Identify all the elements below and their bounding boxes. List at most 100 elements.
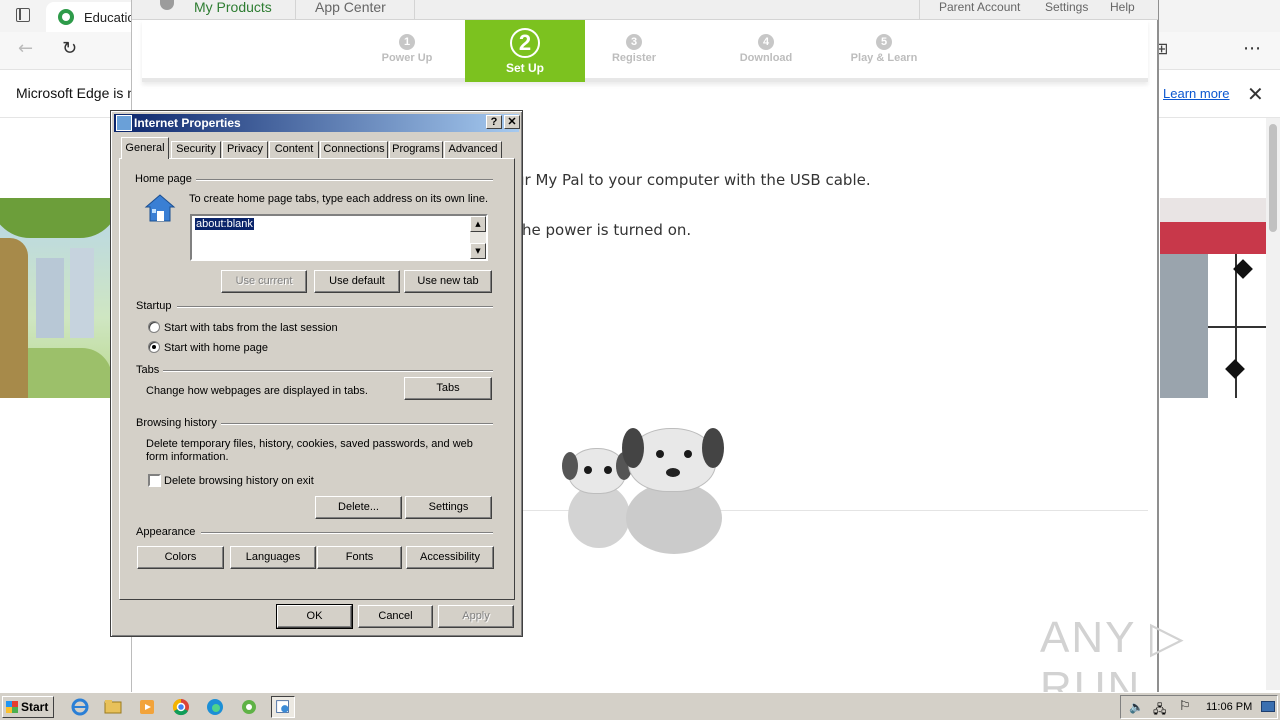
taskbar-clock[interactable]: 11:06 PM [1206, 701, 1252, 713]
show-desktop-icon[interactable] [1261, 701, 1275, 712]
instruction-connect: ur My Pal to your computer with the USB … [515, 171, 871, 189]
step-power-up: 1 Power Up [352, 20, 462, 82]
system-tray: 🔈 🖧 ⚐ [1120, 695, 1278, 719]
browsing-history-description: Delete temporary files, history, cookies… [146, 438, 473, 450]
home-page-icon [144, 194, 176, 222]
tab-advanced[interactable]: Advanced [444, 141, 502, 159]
radio-last-session-label[interactable]: Start with tabs from the last session [164, 322, 338, 334]
tab-content[interactable]: Content [269, 141, 319, 159]
dialog-title: Internet Properties [134, 116, 241, 130]
tab-privacy[interactable]: Privacy [222, 141, 268, 159]
leapfrog-top-bar: My Products App Center Parent Account Se… [132, 0, 1158, 20]
use-current-button[interactable]: Use current [221, 270, 307, 293]
internet-options-icon [116, 115, 132, 131]
use-new-tab-button[interactable]: Use new tab [404, 270, 492, 293]
more-options-icon[interactable]: ⋯ [1243, 38, 1261, 59]
step-number: 2 [510, 28, 540, 58]
step-label: Download [739, 52, 793, 64]
step-label: Power Up [381, 52, 433, 64]
help-link[interactable]: Help [1110, 0, 1135, 14]
folder-icon[interactable] [101, 696, 125, 718]
step-play-and-learn: 5 Play & Learn [829, 20, 939, 82]
flag-icon[interactable]: ⚐ [1179, 699, 1191, 714]
my-pal-plush-image [560, 424, 730, 554]
start-button[interactable]: Start [2, 696, 54, 718]
tab-programs[interactable]: Programs [389, 141, 443, 159]
home-page-group-label: Home page [135, 173, 196, 185]
tab-security[interactable]: Security [171, 141, 221, 159]
delete-on-exit-checkbox[interactable] [148, 474, 161, 487]
radio-home-page-label[interactable]: Start with home page [164, 342, 268, 354]
startup-group-label: Startup [136, 300, 176, 312]
page-illustration-left [0, 198, 112, 398]
accessibility-button[interactable]: Accessibility [406, 546, 494, 569]
leapfrog-favicon-icon [58, 9, 74, 25]
cancel-button[interactable]: Cancel [358, 605, 433, 628]
leapfrog-icon[interactable] [237, 696, 261, 718]
learn-more-link[interactable]: Learn more [1163, 86, 1229, 101]
step-set-up: 2 Set Up [465, 20, 585, 82]
colors-button[interactable]: Colors [137, 546, 224, 569]
internet-properties-icon[interactable] [271, 696, 295, 718]
settings-link[interactable]: Settings [1045, 0, 1088, 14]
tab-my-products[interactable]: My Products [156, 0, 296, 20]
home-page-address-value: about:blank [195, 218, 254, 230]
edge-icon[interactable] [203, 696, 227, 718]
tab-app-center[interactable]: App Center [297, 0, 415, 20]
parent-account-link[interactable]: Parent Account [939, 0, 1020, 14]
step-number: 4 [758, 34, 774, 50]
step-number: 1 [399, 34, 415, 50]
scroll-up-icon[interactable]: ▲ [470, 216, 486, 232]
network-icon[interactable]: 🖧 [1153, 700, 1166, 720]
close-icon[interactable]: ✕ [1247, 82, 1264, 106]
page-scrollbar[interactable] [1266, 118, 1280, 690]
windows-taskbar: Start 🔈 🖧 ⚐ 11:06 PM [0, 692, 1280, 720]
use-default-button[interactable]: Use default [314, 270, 400, 293]
fonts-button[interactable]: Fonts [317, 546, 402, 569]
setup-steps: 1 Power Up 2 Set Up 3 Register 4 Downloa… [142, 20, 1148, 82]
delete-on-exit-label[interactable]: Delete browsing history on exit [164, 475, 314, 487]
chrome-icon[interactable] [169, 696, 193, 718]
browsing-history-description-cont: form information. [146, 451, 229, 463]
step-label: Play & Learn [850, 52, 918, 64]
close-button[interactable]: ✕ [504, 115, 520, 129]
home-page-scrollbar[interactable]: ▲ ▼ [470, 216, 486, 259]
back-icon[interactable]: ← [18, 38, 33, 59]
tabs-group-label: Tabs [136, 364, 164, 376]
step-label: Register [611, 52, 657, 64]
languages-button[interactable]: Languages [230, 546, 316, 569]
dialog-title-bar[interactable]: Internet Properties ? ✕ [114, 114, 520, 132]
radio-home-page[interactable] [148, 341, 160, 353]
delete-button[interactable]: Delete... [315, 496, 402, 519]
step-label: Set Up [505, 61, 544, 75]
scroll-down-icon[interactable]: ▼ [470, 243, 486, 259]
internet-properties-dialog: Internet Properties ? ✕ General Security… [110, 110, 523, 637]
radio-last-session[interactable] [148, 321, 160, 333]
instruction-power: he power is turned on. [522, 221, 692, 239]
tabs-button[interactable]: Tabs [404, 377, 492, 400]
edge-tab-title: Educatio [84, 10, 135, 25]
internet-explorer-icon[interactable] [68, 696, 92, 718]
home-page-address-field[interactable]: about:blank ▲ ▼ [190, 214, 488, 261]
refresh-icon[interactable]: ↻ [62, 38, 77, 59]
help-button[interactable]: ? [486, 115, 502, 129]
home-page-hint: To create home page tabs, type each addr… [189, 193, 489, 205]
tab-connections[interactable]: Connections [320, 141, 388, 159]
scrollbar-thumb[interactable] [1269, 124, 1277, 232]
edge-tab[interactable]: Educatio [46, 2, 138, 32]
appearance-group-label: Appearance [136, 526, 200, 538]
apply-button[interactable]: Apply [438, 605, 514, 628]
start-label: Start [21, 700, 49, 714]
history-settings-button[interactable]: Settings [405, 496, 492, 519]
tabs-description: Change how webpages are displayed in tab… [146, 385, 368, 397]
media-player-icon[interactable] [135, 696, 159, 718]
step-download: 4 Download [711, 20, 821, 82]
volume-icon[interactable]: 🔈 [1129, 700, 1144, 714]
tab-actions-icon[interactable] [16, 8, 30, 22]
step-register: 3 Register [579, 20, 689, 82]
windows-logo-icon [6, 701, 18, 713]
tab-general[interactable]: General [121, 137, 169, 159]
browsing-history-group-label: Browsing history [136, 417, 221, 429]
ok-button[interactable]: OK [276, 604, 353, 629]
step-number: 3 [626, 34, 642, 50]
